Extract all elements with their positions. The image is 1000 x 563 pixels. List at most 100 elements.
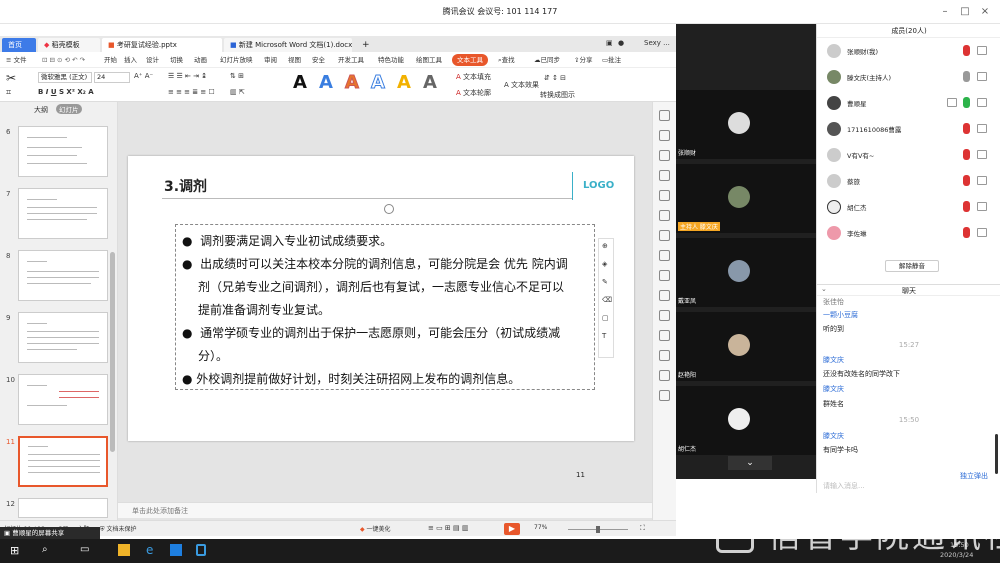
font-size-stepper[interactable]: A⁺ A⁻ — [134, 72, 153, 80]
column-buttons[interactable]: ▥ ⇱ — [230, 88, 245, 96]
search-icon[interactable]: ⌕ — [42, 544, 48, 555]
style-yellow-a-icon[interactable]: A — [396, 72, 412, 94]
video-tile[interactable]: 主持人 滕文庆 — [676, 164, 816, 233]
view-buttons[interactable]: ≡ ▭ ⊞ ▤ ▥ — [428, 524, 468, 532]
mic-muted-icon[interactable] — [963, 45, 970, 56]
slide-thumbnail-9[interactable] — [18, 312, 108, 363]
sidebar-tool-icon[interactable] — [659, 290, 670, 301]
member-row[interactable]: 滕文庆(主持人) — [817, 64, 1000, 90]
phone-icon[interactable] — [196, 544, 206, 556]
notes-area[interactable]: 单击此处添加备注 — [118, 502, 652, 518]
text-icon[interactable]: T — [602, 332, 606, 340]
collapse-icon[interactable]: ⌄ — [821, 285, 827, 293]
sidebar-tool-icon[interactable] — [659, 370, 670, 381]
bullet-2-line-3[interactable]: 提前准备调剂专业复试。 — [198, 299, 330, 322]
sidebar-tool-icon[interactable] — [659, 250, 670, 261]
tencent-meeting-icon[interactable] — [170, 544, 182, 556]
text-outline-button[interactable]: A 文本轮廓 — [456, 88, 491, 98]
camera-off-icon[interactable] — [977, 72, 987, 81]
sidebar-tool-icon[interactable] — [659, 170, 670, 181]
pen-icon[interactable]: ✎ — [602, 278, 608, 286]
sidebar-tool-icon[interactable] — [659, 130, 670, 141]
menu-start[interactable]: 开始 — [104, 52, 117, 68]
style-black-a-icon[interactable]: A — [292, 72, 308, 94]
text-effect-button[interactable]: A 文本效果 — [504, 80, 539, 90]
doc-protect-status[interactable]: ⛨ 文档未保护 — [100, 524, 136, 534]
menu-devtools[interactable]: 开发工具 — [338, 52, 364, 68]
member-row[interactable]: 1711610086曹露 — [817, 116, 1000, 142]
slide-thumbnail-10[interactable] — [18, 374, 108, 425]
task-view-icon[interactable]: ▭ — [80, 544, 89, 555]
menu-comment[interactable]: ▭批注 — [602, 52, 621, 68]
slide-thumbnail-6[interactable] — [18, 126, 108, 177]
mic-muted-icon[interactable] — [963, 123, 970, 134]
outline-tab[interactable]: 大纲 — [34, 105, 48, 115]
camera-off-icon[interactable] — [977, 98, 987, 107]
sidebar-tool-icon[interactable] — [659, 270, 670, 281]
menu-search[interactable]: ⌕查找 — [498, 52, 515, 68]
video-tile[interactable]: 张顺财 — [676, 90, 816, 159]
quick-access[interactable]: ⊡ ⊟ ⊙ ⟲ ↶ ↷ — [42, 52, 85, 68]
align-buttons[interactable]: ≡ ≡ ≡ ≣ ≡ ☐ — [168, 88, 215, 96]
mic-muted-icon[interactable] — [963, 149, 970, 160]
camera-off-icon[interactable] — [977, 46, 987, 55]
camera-off-icon[interactable] — [977, 124, 987, 133]
member-row[interactable]: 李佐琳 — [817, 220, 1000, 246]
member-row[interactable]: 张顺财(我) — [817, 38, 1000, 64]
member-row[interactable]: V有V有~ — [817, 142, 1000, 168]
bullet-3-line-2[interactable]: 分）。 — [198, 345, 228, 368]
bullet-2[interactable]: ● 出成绩时可以关注本校本分院的调剂信息，可能分院是会 优先 院内调 — [182, 253, 568, 276]
new-tab-button[interactable]: + — [356, 38, 370, 52]
chevron-down-icon[interactable]: ⌄ — [728, 456, 772, 470]
slides-tab[interactable]: 幻灯片 — [56, 104, 82, 114]
sidebar-tool-icon[interactable] — [659, 230, 670, 241]
sidebar-tool-icon[interactable] — [659, 110, 670, 121]
layers-icon[interactable]: ◈ — [602, 260, 607, 268]
windows-start-icon[interactable]: ⊞ — [10, 545, 22, 557]
text-direction-icon[interactable]: ⇵ ↕ ⊟ — [544, 74, 566, 82]
play-icon[interactable]: ▶ — [504, 523, 520, 535]
chat-scrollbar[interactable] — [995, 434, 998, 474]
eraser-icon[interactable]: ⌫ — [602, 296, 612, 304]
style-outline-a-icon[interactable]: A — [370, 72, 386, 94]
font-name-select[interactable]: 微软雅黑 (正文) — [38, 72, 92, 83]
sidebar-tool-icon[interactable] — [659, 210, 670, 221]
minimize-icon[interactable]: – — [938, 5, 952, 19]
sidebar-tool-icon[interactable] — [659, 330, 670, 341]
sidebar-tool-icon[interactable] — [659, 310, 670, 321]
menu-insert[interactable]: 插入 — [124, 52, 137, 68]
close-icon[interactable]: × — [978, 5, 992, 19]
mic-icon[interactable] — [963, 71, 970, 82]
member-row[interactable]: 胡仁杰 — [817, 194, 1000, 220]
member-row[interactable]: 蔡旅 — [817, 168, 1000, 194]
sidebar-tool-icon[interactable] — [659, 190, 670, 201]
style-orange-a-icon[interactable]: A — [344, 72, 360, 94]
frame-icon[interactable]: ▢ — [602, 314, 609, 322]
beautify-button[interactable]: ◆ 一键美化 — [360, 524, 391, 533]
format-painter-icon[interactable]: ⌗ — [6, 88, 11, 98]
zoom-icon[interactable]: ⊕ — [602, 242, 608, 250]
thumbnail-scrollbar[interactable] — [110, 252, 115, 452]
menu-design[interactable]: 设计 — [146, 52, 159, 68]
layout-icon[interactable]: ▣ — [606, 39, 613, 47]
style-blue-a-icon[interactable]: A — [318, 72, 334, 94]
tab-docx[interactable]: ■ 新建 Microsoft Word 文档(1).docx — [224, 38, 352, 52]
edge-icon[interactable]: e — [146, 543, 153, 557]
mic-muted-icon[interactable] — [963, 201, 970, 212]
bullet-2-line-2[interactable]: 剂（兄弟专业之间调剂），调剂后也有复试，一志愿专业信心不足可以 — [198, 276, 564, 299]
camera-off-icon[interactable] — [977, 150, 987, 159]
text-box[interactable]: ● 调剂要满足调入专业初试成绩要求。 ● 出成绩时可以关注本校本分院的调剂信息，… — [175, 224, 595, 390]
font-style-buttons[interactable]: B I U S X² X₂ A — [38, 88, 94, 96]
menu-drawing-tools[interactable]: 绘图工具 — [416, 52, 442, 68]
menu-synced[interactable]: ☁已同步 — [534, 52, 560, 68]
font-size-select[interactable]: 24 — [94, 72, 130, 83]
maximize-icon[interactable]: □ — [958, 5, 972, 19]
video-tile[interactable]: 戴亚凤 — [676, 238, 816, 307]
menu-review[interactable]: 审阅 — [264, 52, 277, 68]
style-gray-a-icon[interactable]: A — [422, 72, 438, 94]
mic-muted-icon[interactable] — [963, 175, 970, 186]
slide-thumbnail-11[interactable] — [18, 436, 108, 487]
list-buttons[interactable]: ☰ ☰ ⇤ ⇥ ↨ — [168, 72, 207, 80]
rotate-handle-icon[interactable] — [384, 204, 394, 214]
avatar[interactable]: ● — [618, 39, 624, 47]
